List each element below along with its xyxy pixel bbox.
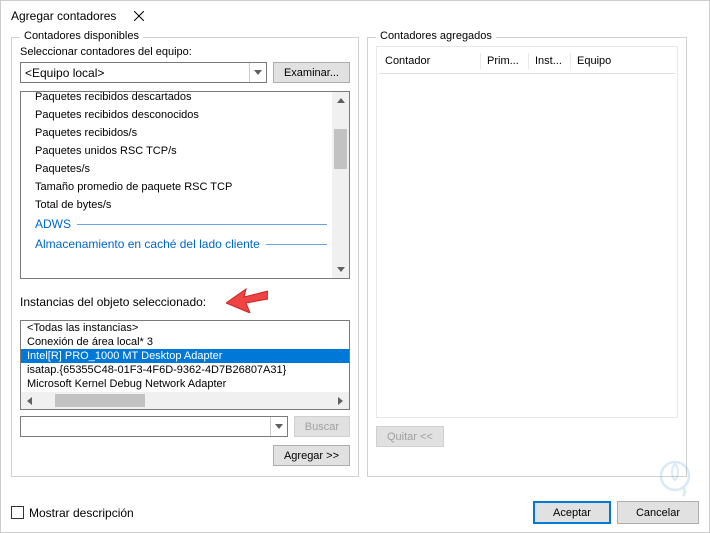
counter-item[interactable]: Paquetes/s	[21, 160, 349, 178]
counter-item[interactable]: Paquetes recibidos desconocidos	[21, 106, 349, 124]
show-description-label: Mostrar descripción	[29, 506, 134, 520]
header-counter[interactable]: Contador	[379, 53, 481, 69]
scroll-track[interactable]	[332, 109, 349, 261]
added-counters-group: Contadores agregados Contador Prim... In…	[367, 37, 687, 477]
add-button[interactable]: Agregar >>	[273, 445, 350, 466]
select-computer-label: Seleccionar contadores del equipo:	[20, 46, 350, 58]
counter-item[interactable]: Tamaño promedio de paquete RSC TCP	[21, 178, 349, 196]
instance-item-selected[interactable]: Intel[R] PRO_1000 MT Desktop Adapter	[21, 349, 349, 363]
cancel-button[interactable]: Cancelar	[617, 501, 699, 524]
instance-item[interactable]: <Todas las instancias>	[21, 321, 349, 335]
computer-value: <Equipo local>	[25, 66, 104, 80]
instance-item[interactable]: Microsoft Kernel Debug Network Adapter	[21, 377, 349, 391]
available-counters-group: Contadores disponibles Seleccionar conta…	[11, 37, 359, 477]
counter-item[interactable]: Total de bytes/s	[21, 196, 349, 214]
computer-combo[interactable]: <Equipo local>	[20, 62, 267, 83]
header-parent[interactable]: Prim...	[481, 53, 529, 69]
added-counters-legend: Contadores agregados	[376, 30, 496, 42]
bottom-bar: Mostrar descripción Aceptar Cancelar	[11, 501, 699, 524]
scrollbar-horizontal[interactable]	[21, 392, 349, 409]
counter-item[interactable]: Paquetes unidos RSC TCP/s	[21, 142, 349, 160]
counter-category[interactable]: Almacenamiento en caché del lado cliente…	[21, 234, 349, 254]
counter-list[interactable]: Paquetes recibidos descartados Paquetes …	[20, 91, 350, 279]
scroll-down-button[interactable]	[332, 261, 349, 278]
show-description-checkbox[interactable]: Mostrar descripción	[11, 506, 533, 520]
instance-item[interactable]: isatap.{65355C48-01F3-4F6D-9362-4D7B2680…	[21, 363, 349, 377]
scrollbar-vertical[interactable]	[332, 92, 349, 278]
window-title: Agregar contadores	[11, 9, 116, 23]
chevron-down-icon	[270, 417, 287, 436]
header-instance[interactable]: Inst...	[529, 53, 571, 69]
category-label: ADWS	[35, 217, 71, 231]
table-header: Contador Prim... Inst... Equipo	[379, 49, 675, 74]
category-line	[266, 244, 327, 245]
header-computer[interactable]: Equipo	[571, 53, 631, 69]
available-counters-legend: Contadores disponibles	[20, 30, 143, 42]
counter-item[interactable]: Paquetes recibidos/s	[21, 124, 349, 142]
search-button[interactable]: Buscar	[294, 416, 350, 437]
category-label: Almacenamiento en caché del lado cliente	[35, 237, 260, 251]
checkbox-icon	[11, 506, 24, 519]
category-line	[77, 224, 327, 225]
search-combo[interactable]	[20, 416, 288, 437]
scroll-up-button[interactable]	[332, 92, 349, 109]
scroll-track[interactable]	[38, 392, 332, 409]
titlebar: Agregar contadores	[1, 1, 709, 31]
added-counters-table: Contador Prim... Inst... Equipo	[376, 46, 678, 418]
scroll-thumb[interactable]	[334, 129, 347, 169]
close-button[interactable]	[116, 1, 161, 31]
ok-button[interactable]: Aceptar	[533, 501, 611, 524]
instance-list[interactable]: <Todas las instancias> Conexión de área …	[20, 320, 350, 410]
scroll-thumb[interactable]	[55, 394, 145, 407]
arrow-annotation-icon	[226, 287, 268, 316]
counter-category[interactable]: ADWS ⌄	[21, 214, 349, 234]
remove-button[interactable]: Quitar <<	[376, 426, 444, 447]
counter-item[interactable]: Paquetes recibidos descartados	[21, 91, 349, 106]
browse-button[interactable]: Examinar...	[273, 62, 350, 83]
instances-label: Instancias del objeto seleccionado:	[20, 295, 206, 309]
scroll-right-button[interactable]	[332, 392, 349, 409]
scroll-left-button[interactable]	[21, 392, 38, 409]
close-icon	[134, 11, 144, 21]
chevron-down-icon	[249, 63, 266, 82]
instance-item[interactable]: Conexión de área local* 3	[21, 335, 349, 349]
